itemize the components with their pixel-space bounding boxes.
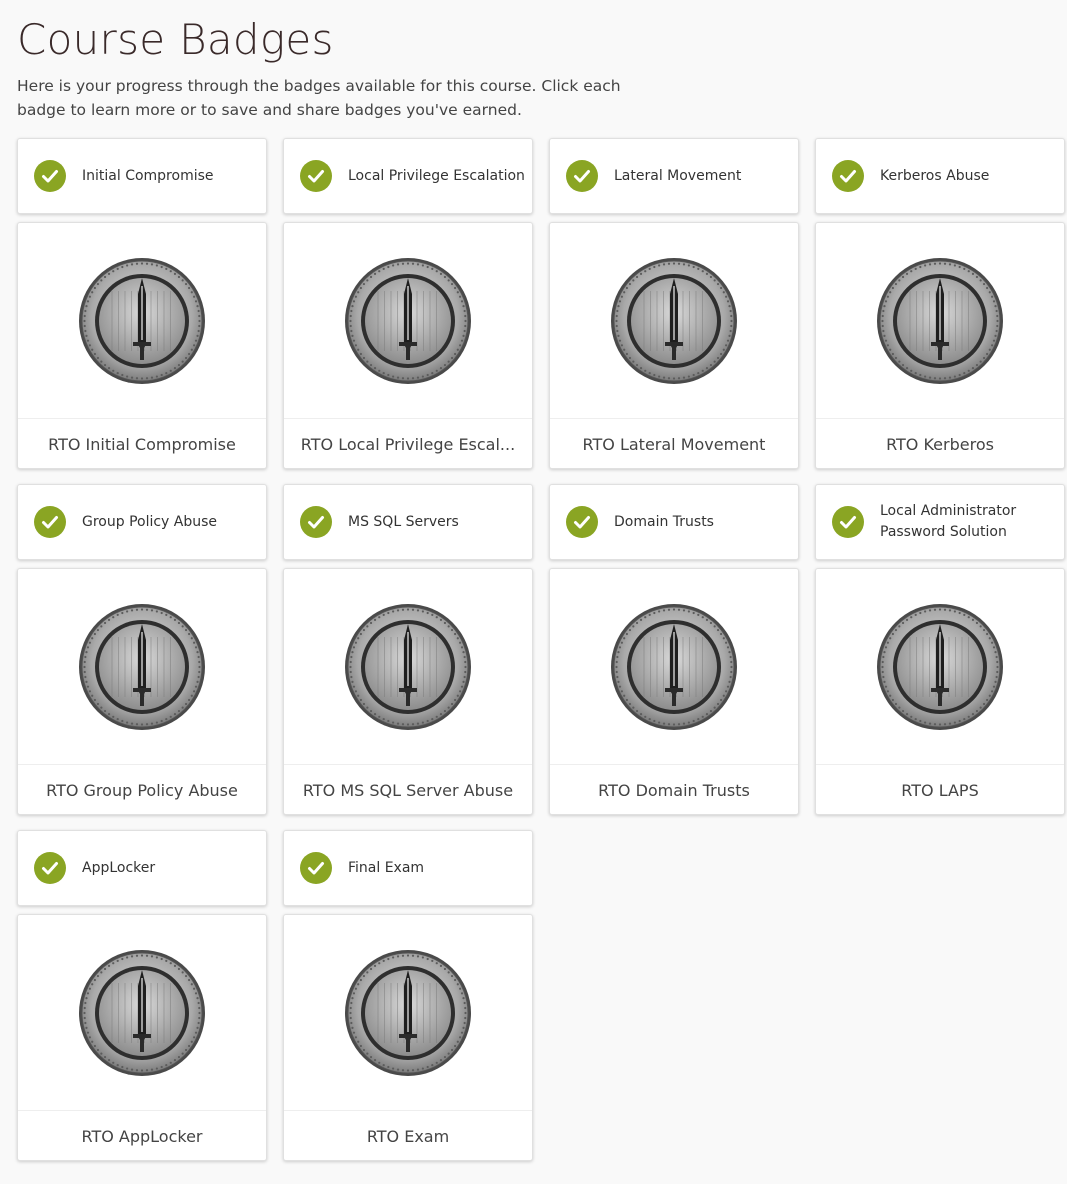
badge-cell: Domain Trusts RTO Domain Trusts [549, 484, 799, 815]
coin-dagger-badge-icon [18, 569, 266, 765]
badge-title: RTO Kerberos [886, 434, 994, 454]
badge-header-card[interactable]: AppLocker [17, 830, 267, 906]
badge-card[interactable]: RTO Local Privilege Escal... [283, 222, 533, 469]
badge-grid: Initial Compromise RTO Initial Compromise… [17, 138, 1065, 1161]
badge-cell: Initial Compromise RTO Initial Compromise [17, 138, 267, 469]
badge-title: RTO Lateral Movement [582, 434, 766, 454]
badge-header-label: Group Policy Abuse [82, 513, 218, 530]
checkmark-icon [300, 852, 332, 884]
badge-card[interactable]: RTO Initial Compromise [17, 222, 267, 469]
badge-header-card[interactable]: Final Exam [283, 830, 533, 906]
badge-title: RTO MS SQL Server Abuse [302, 780, 514, 800]
badge-title: RTO Local Privilege Escal... [300, 434, 516, 454]
badge-card[interactable]: RTO Group Policy Abuse [17, 568, 267, 815]
badge-title: RTO Initial Compromise [48, 434, 236, 454]
checkmark-icon [566, 506, 598, 538]
badge-cell: Local Privilege Escalation RTO Local Priv… [283, 138, 533, 469]
badge-header-card[interactable]: Kerberos Abuse [815, 138, 1065, 214]
coin-dagger-badge-icon [550, 223, 798, 419]
badge-header-card[interactable]: Domain Trusts [549, 484, 799, 560]
checkmark-icon [832, 506, 864, 538]
badge-header-label: Final Exam [348, 859, 425, 876]
badge-header-card[interactable]: Local Administrator Password Solution [815, 484, 1065, 560]
badge-header-label: Local Privilege Escalation [348, 167, 525, 184]
badge-card[interactable]: RTO LAPS [815, 568, 1065, 815]
badge-header-card[interactable]: Initial Compromise [17, 138, 267, 214]
badge-title: RTO Domain Trusts [598, 780, 750, 800]
badge-card[interactable]: RTO Exam [283, 914, 533, 1161]
badge-cell: Local Administrator Password Solution RTO… [815, 484, 1065, 815]
checkmark-icon [566, 160, 598, 192]
badge-cell: Kerberos Abuse RTO Kerberos [815, 138, 1065, 469]
coin-dagger-badge-icon [816, 569, 1064, 765]
checkmark-icon [832, 160, 864, 192]
badge-card[interactable]: RTO AppLocker [17, 914, 267, 1161]
checkmark-icon [34, 160, 66, 192]
checkmark-icon [34, 506, 66, 538]
badge-header-label: AppLocker [82, 859, 156, 876]
badge-card[interactable]: RTO MS SQL Server Abuse [283, 568, 533, 815]
checkmark-icon [300, 506, 332, 538]
badge-cell: Lateral Movement RTO Lateral Movement [549, 138, 799, 469]
badge-header-card[interactable]: Local Privilege Escalation [283, 138, 533, 214]
coin-dagger-badge-icon [18, 223, 266, 419]
badge-header-label: MS SQL Servers [348, 513, 459, 530]
intro-text: Here is your progress through the badges… [17, 77, 621, 119]
badge-header-label: Domain Trusts [614, 513, 714, 530]
badge-header-card[interactable]: Group Policy Abuse [17, 484, 267, 560]
badge-cell: MS SQL Servers RTO MS SQL Server Abuse [283, 484, 533, 815]
course-badges-page: Course Badges Here is your progress thro… [0, 0, 1067, 1184]
coin-dagger-badge-icon [284, 569, 532, 765]
coin-dagger-badge-icon [284, 223, 532, 419]
coin-dagger-badge-icon [284, 915, 532, 1111]
badge-card[interactable]: RTO Kerberos [815, 222, 1065, 469]
badge-cell: Final Exam RTO Exam [283, 830, 533, 1161]
badge-title: RTO Group Policy Abuse [46, 780, 238, 800]
checkmark-icon [300, 160, 332, 192]
page-title: Course Badges [17, 15, 334, 64]
coin-dagger-badge-icon [18, 915, 266, 1111]
checkmark-icon [34, 852, 66, 884]
coin-dagger-badge-icon [816, 223, 1064, 419]
badge-header-card[interactable]: MS SQL Servers [283, 484, 533, 560]
badge-title: RTO LAPS [901, 780, 979, 800]
badge-card[interactable]: RTO Domain Trusts [549, 568, 799, 815]
coin-dagger-badge-icon [550, 569, 798, 765]
badge-header-label: Lateral Movement [614, 167, 742, 184]
badge-cell: Group Policy Abuse RTO Group Policy Abuse [17, 484, 267, 815]
badge-header-card[interactable]: Lateral Movement [549, 138, 799, 214]
badge-header-label: Kerberos Abuse [880, 167, 990, 184]
badge-card[interactable]: RTO Lateral Movement [549, 222, 799, 469]
badge-header-label: Initial Compromise [82, 167, 214, 184]
badge-cell: AppLocker RTO AppLocker [17, 830, 267, 1161]
badge-header-label: Local Administrator Password Solution [880, 503, 1017, 540]
badge-title: RTO AppLocker [81, 1126, 203, 1146]
badge-title: RTO Exam [366, 1126, 450, 1146]
